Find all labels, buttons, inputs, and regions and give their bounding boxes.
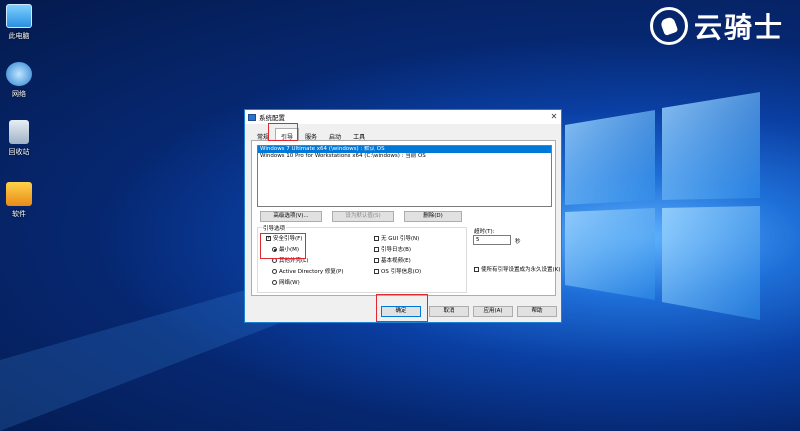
boot-log-label: 引导日志(B) — [381, 247, 412, 253]
boot-log-checkbox[interactable]: 引导日志(B) — [374, 245, 411, 253]
computer-icon — [6, 4, 32, 28]
alternate-shell-radio[interactable]: 其他外壳(L) — [272, 256, 308, 264]
brand-watermark: 云骑士 — [649, 6, 784, 46]
ok-button[interactable]: 确定 — [381, 306, 421, 317]
permanent-label: 使所有引导设置成为永久设置(K) — [481, 267, 561, 273]
safe-boot-label: 安全引导(F) — [273, 236, 303, 242]
timeout-input[interactable]: 5 — [473, 235, 511, 245]
minimal-radio[interactable]: 最小(M) — [272, 245, 299, 253]
msconfig-icon — [248, 113, 256, 121]
boot-options-group: 引导选项 ✓ 安全引导(F) 最小(M) 其他外壳(L) Active Dire… — [257, 224, 467, 293]
desktop-icon-label: 回收站 — [8, 148, 30, 156]
help-button[interactable]: 帮助 — [517, 306, 557, 317]
no-gui-checkbox[interactable]: 无 GUI 引导(N) — [374, 234, 419, 242]
os-list-item[interactable]: Windows 7 Ultimate x64 (\windows) : 默认 O… — [258, 146, 551, 153]
boot-options-label: 引导选项 — [262, 224, 287, 232]
close-button[interactable]: ✕ — [547, 110, 561, 124]
ad-repair-label: Active Directory 修复(P) — [279, 269, 344, 275]
ad-repair-radio[interactable]: Active Directory 修复(P) — [272, 267, 343, 275]
os-list-item[interactable]: Windows 10 Pro for Workstations x64 (C:\… — [258, 153, 551, 160]
network-radio[interactable]: 网络(W) — [272, 278, 300, 286]
os-info-label: OS 引导信息(O) — [381, 269, 422, 275]
radio-icon — [272, 268, 277, 274]
apply-button[interactable]: 应用(A) — [473, 306, 513, 317]
dialog-title: 系统配置 — [259, 114, 285, 122]
safe-boot-checkbox[interactable]: ✓ 安全引导(F) — [266, 234, 302, 242]
checkbox-icon — [374, 257, 379, 263]
desktop-icon-label: 网络 — [12, 90, 26, 98]
permanent-checkbox[interactable]: 使所有引导设置成为永久设置(K) — [474, 265, 560, 273]
checkbox-icon — [374, 246, 379, 252]
recycle-bin-icon — [9, 120, 29, 144]
checkbox-icon — [374, 268, 379, 274]
desktop-icon-network[interactable]: 网络 — [2, 62, 36, 99]
timeout-unit: 秒 — [515, 239, 521, 245]
alternate-shell-label: 其他外壳(L) — [279, 258, 309, 264]
base-video-checkbox[interactable]: 基本视频(E) — [374, 256, 411, 264]
checkbox-icon — [374, 235, 379, 241]
os-list[interactable]: Windows 7 Ultimate x64 (\windows) : 默认 O… — [257, 145, 552, 207]
no-gui-label: 无 GUI 引导(N) — [381, 236, 420, 242]
radio-icon — [272, 279, 277, 285]
network-icon — [6, 62, 32, 86]
radio-icon — [272, 257, 277, 263]
system-config-dialog: 系统配置 ✕ 常规 引导 服务 启动 工具 Windows 7 Ultimate… — [244, 109, 562, 323]
knight-logo-icon — [649, 7, 688, 45]
advanced-options-button[interactable]: 高级选项(V)... — [260, 211, 322, 222]
checkbox-icon — [474, 266, 479, 272]
cancel-button[interactable]: 取消 — [429, 306, 469, 317]
desktop-icon-label: 软件 — [12, 210, 26, 218]
delete-button[interactable]: 删除(D) — [404, 211, 462, 222]
minimal-label: 最小(M) — [279, 247, 300, 253]
desktop-icon-label: 此电脑 — [8, 32, 30, 40]
folder-icon — [6, 182, 32, 206]
desktop-icon-this-pc[interactable]: 此电脑 — [2, 4, 36, 41]
os-info-checkbox[interactable]: OS 引导信息(O) — [374, 267, 421, 275]
boot-tab-panel: Windows 7 Ultimate x64 (\windows) : 默认 O… — [251, 140, 560, 296]
brand-text: 云骑士 — [693, 11, 784, 44]
desktop-icon-recycle-bin[interactable]: 回收站 — [2, 120, 36, 157]
network-label: 网络(W) — [279, 280, 300, 286]
set-default-button[interactable]: 设为默认值(S) — [332, 211, 394, 222]
checkbox-checked-icon: ✓ — [266, 234, 272, 241]
base-video-label: 基本视频(E) — [381, 258, 411, 264]
dialog-titlebar[interactable]: 系统配置 ✕ — [245, 110, 561, 124]
radio-selected-icon — [272, 246, 277, 252]
timeout-label: 超时(T): — [474, 229, 495, 235]
desktop-icon-software[interactable]: 软件 — [2, 182, 36, 219]
